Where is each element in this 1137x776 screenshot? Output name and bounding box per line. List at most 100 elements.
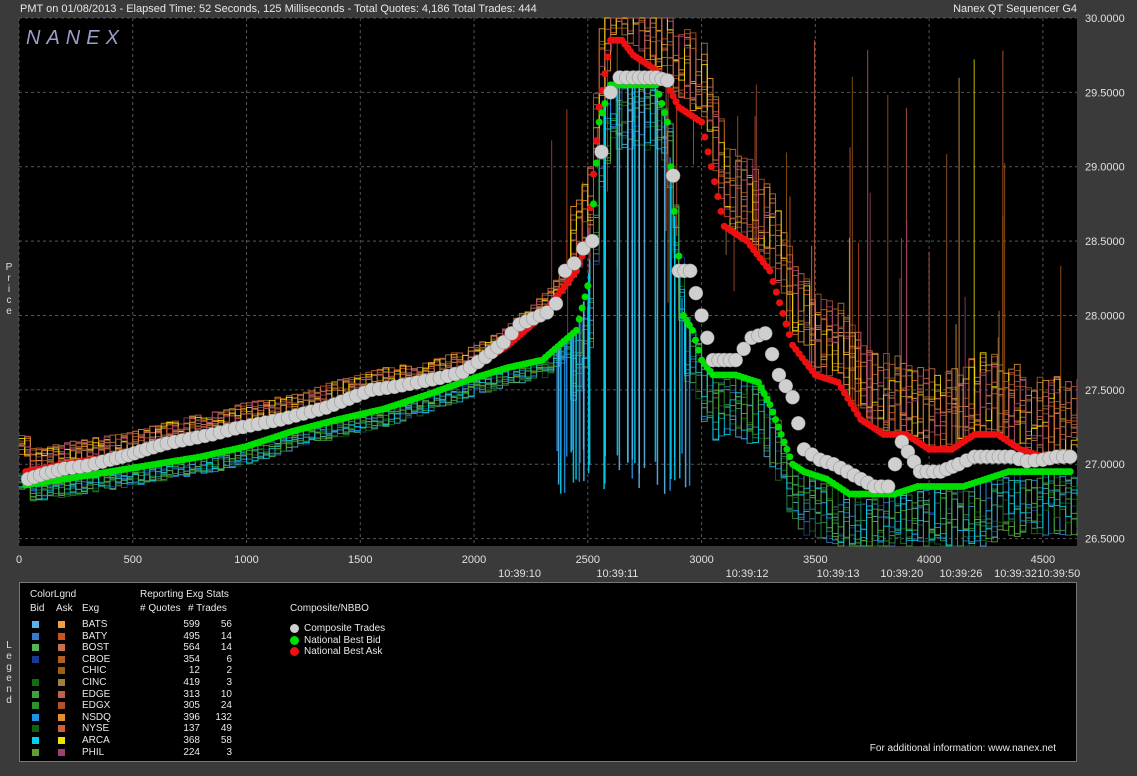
bid-point <box>772 416 780 424</box>
ask-color-swatch <box>58 679 65 686</box>
y-tick-label: 28.5000 <box>1085 236 1125 248</box>
price-chart: 30.0000 29.5000 29.0000 28.5000 28.0000 27.50… <box>16 13 1125 580</box>
bid-point <box>774 423 782 431</box>
quote-count: 396 <box>183 711 200 723</box>
quote-count: 305 <box>183 700 200 712</box>
trade-point <box>594 144 609 160</box>
exchange-row: PHIL 224 3 <box>20 747 250 758</box>
exchange-row: NSDQ 396 132 <box>20 712 250 723</box>
ask-point <box>772 288 780 296</box>
bid-color-swatch <box>32 667 39 675</box>
y-tick-label: 29.5000 <box>1085 87 1125 99</box>
trade-point <box>665 168 681 183</box>
bid-point <box>575 315 583 323</box>
trade-count: 132 <box>215 711 232 723</box>
nbbo-label: National Best Ask <box>304 646 383 658</box>
bid-point <box>780 438 788 446</box>
bid-color-swatch <box>32 748 39 756</box>
ask-point <box>707 163 715 171</box>
legend-dot-icon <box>290 647 299 657</box>
legend-panel: ColorLgnd Reporting Exg Stats Bid Ask Ex… <box>19 582 1077 762</box>
x-tick-label: 1500 <box>348 554 372 566</box>
y-axis: 30.0000 29.5000 29.0000 28.5000 28.0000 27.50… <box>1085 13 1125 546</box>
exchange-name: ARCA <box>82 735 110 746</box>
trade-count: 6 <box>226 653 232 665</box>
ask-color-swatch <box>58 655 65 663</box>
col-trades: # Trades <box>188 603 227 614</box>
nanex-logo: NANEX <box>26 27 125 49</box>
ask-color-swatch <box>58 748 65 756</box>
trade-count: 14 <box>220 630 232 642</box>
footer-link[interactable]: For additional information: www.nanex.ne… <box>870 743 1056 754</box>
time-label: 10:39:50 <box>1037 568 1080 580</box>
time-label: 10:39:26 <box>940 568 983 580</box>
bid-point <box>595 118 603 126</box>
exchange-name: NSDQ <box>82 711 111 723</box>
bid-color-swatch <box>32 655 39 663</box>
x-tick-label: 3500 <box>803 554 827 566</box>
trade-count: 14 <box>220 642 232 654</box>
bid-point <box>783 445 791 453</box>
bid-point <box>661 109 669 117</box>
ask-color-swatch <box>58 644 65 652</box>
bid-point <box>1066 468 1074 476</box>
y-tick-label: 28.0000 <box>1085 310 1125 322</box>
bid-color-swatch <box>32 632 39 640</box>
trade-point <box>603 85 618 100</box>
time-label: 10:39:32 <box>994 568 1037 580</box>
bid-point <box>769 408 777 416</box>
ask-point <box>711 178 719 186</box>
trade-count: 3 <box>226 746 232 758</box>
bid-color-swatch <box>32 725 39 733</box>
exchange-name: BOST <box>82 642 110 654</box>
quote-count: 12 <box>188 665 200 677</box>
bid-point <box>578 304 586 312</box>
quote-count: 368 <box>183 735 200 746</box>
exchange-row: ARCA 368 58 <box>20 735 250 746</box>
price-side-label: Price <box>5 262 13 317</box>
bid-point <box>572 326 580 334</box>
quote-count: 224 <box>183 746 200 758</box>
y-tick-label: 30.0000 <box>1085 13 1125 25</box>
bid-color-swatch <box>32 737 39 744</box>
trade-point <box>688 285 704 301</box>
nbbo-label: Composite Trades <box>304 623 386 634</box>
trade-count: 3 <box>226 677 232 688</box>
ask-point <box>769 277 777 285</box>
ask-point <box>698 118 706 126</box>
x-tick-label: 2000 <box>462 554 486 566</box>
exchange-name: BATY <box>82 630 108 642</box>
exchange-row: BOST 564 14 <box>20 642 250 653</box>
col-ask: Ask <box>56 603 73 614</box>
time-label: 10:39:12 <box>726 568 769 580</box>
bid-color-swatch <box>32 644 39 652</box>
ask-point <box>717 207 725 215</box>
ask-point <box>776 299 784 307</box>
ask-point <box>704 148 712 156</box>
trade-point <box>694 308 709 323</box>
ask-color-swatch <box>58 737 65 744</box>
bid-point <box>601 100 609 108</box>
exchange-name: EDGX <box>82 700 111 712</box>
col-bid: Bid <box>30 603 45 614</box>
col-quotes: # Quotes <box>140 603 181 614</box>
time-label: 10:39:10 <box>498 568 541 580</box>
ask-point <box>779 309 787 317</box>
exchange-name: PHIL <box>82 746 105 758</box>
exchange-row: CBOE 354 6 <box>20 654 250 665</box>
ask-color-swatch <box>58 632 65 640</box>
bid-color-swatch <box>32 702 39 710</box>
legend-dot-icon <box>290 635 299 645</box>
trade-point <box>785 390 800 405</box>
trade-point <box>880 479 896 494</box>
ask-color-swatch <box>58 702 65 710</box>
ask-point <box>601 70 609 78</box>
color-legend-title: ColorLgnd <box>30 589 77 600</box>
trade-point <box>1062 449 1078 465</box>
bid-point <box>655 90 663 98</box>
bid-point <box>777 430 785 438</box>
ask-point <box>604 53 612 61</box>
x-tick-label: 500 <box>124 554 142 566</box>
quote-count: 419 <box>183 677 200 688</box>
ask-point <box>590 170 598 178</box>
